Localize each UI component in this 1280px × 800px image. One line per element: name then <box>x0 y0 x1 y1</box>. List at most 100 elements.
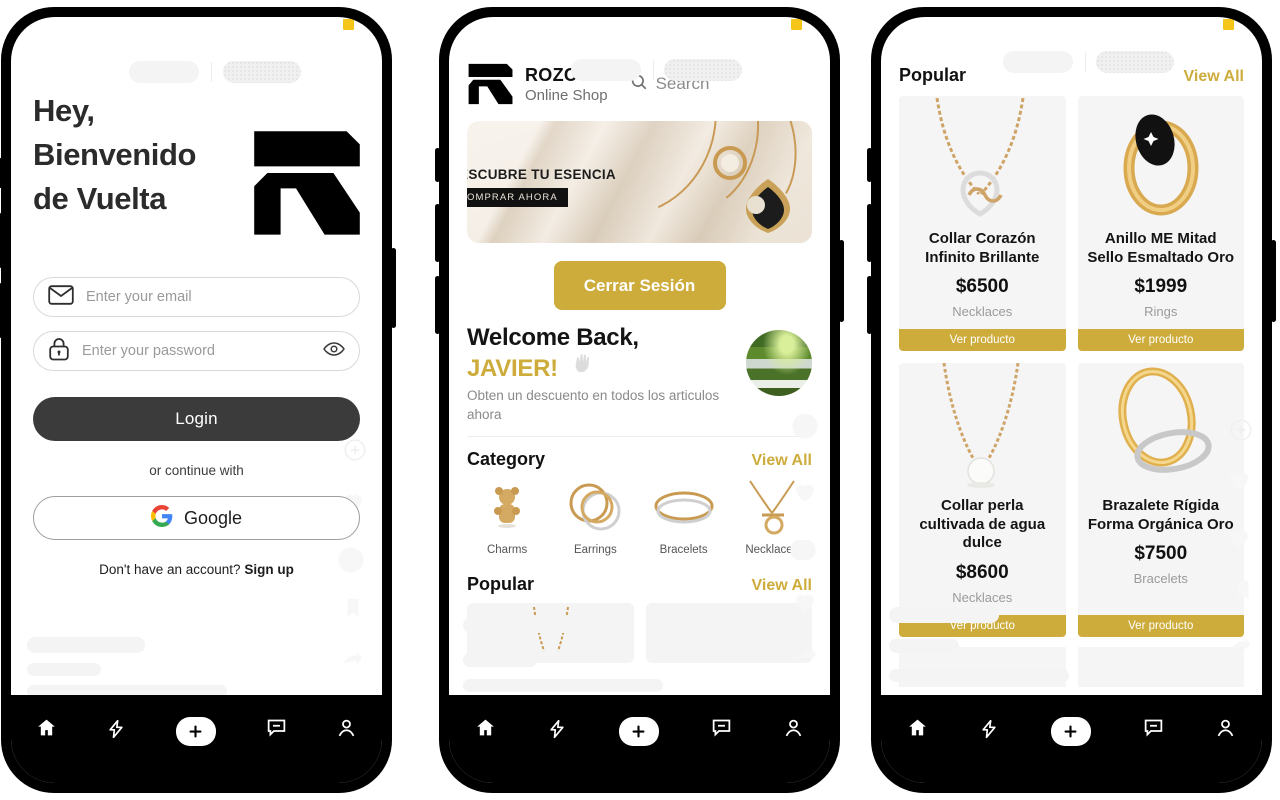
bottom-navigation-bar <box>449 695 830 783</box>
nav-profile-icon[interactable] <box>783 717 804 739</box>
category-view-all[interactable]: View All <box>752 452 812 470</box>
accent-marker <box>1223 19 1234 30</box>
popular-card-preview[interactable] <box>645 603 812 664</box>
signup-link[interactable]: Sign up <box>244 562 294 577</box>
google-label: Google <box>183 507 243 528</box>
nav-create-button[interactable] <box>618 717 659 746</box>
waving-hand-icon <box>572 353 596 381</box>
signup-prompt: Don't have an account? <box>99 562 241 578</box>
popular-view-all[interactable]: View All <box>1184 68 1244 86</box>
view-product-button[interactable]: Ver producto <box>1077 614 1244 637</box>
phone3-power-button[interactable] <box>1271 240 1276 322</box>
ghost-bar-3 <box>889 669 1069 682</box>
nav-chat-icon[interactable] <box>711 717 732 738</box>
continue-with-label: or continue with <box>149 463 244 479</box>
phone1-volume-up-button[interactable] <box>0 213 2 268</box>
product-card[interactable]: Anillo ME Mitad Sello Esmaltado Oro $199… <box>1077 96 1245 352</box>
organic-bangle-image <box>1078 363 1245 491</box>
plus-icon[interactable] <box>1050 717 1091 746</box>
rozco-logo-icon <box>468 63 513 105</box>
google-login-button[interactable]: Google <box>33 496 360 541</box>
nav-chat-icon[interactable] <box>1143 717 1164 738</box>
phone3-volume-up-button[interactable] <box>867 204 872 262</box>
nav-lightning-icon[interactable] <box>979 717 999 741</box>
nav-home-icon[interactable] <box>36 717 57 738</box>
hero-pendant-heart <box>746 179 790 233</box>
nav-home-icon[interactable] <box>907 717 928 738</box>
ghost-rounded-square-icon <box>786 535 820 565</box>
category-item[interactable]: Bracelets <box>640 476 728 556</box>
view-product-button[interactable]: Ver producto <box>899 329 1066 352</box>
product-name: Anillo ME Mitad Sello Esmaltado Oro <box>1087 230 1235 266</box>
welcome-line1: Welcome Back, <box>467 324 639 351</box>
welcome-username: JAVIER! <box>467 355 558 382</box>
ghost-pill-right <box>1096 51 1174 73</box>
ghost-bar-2 <box>889 639 959 653</box>
plus-icon[interactable] <box>618 717 659 746</box>
category-list: Charms Earrings Bracelets Necklaces <box>449 470 830 556</box>
rozco-logo-icon <box>254 131 360 235</box>
nav-lightning-icon[interactable] <box>106 717 126 741</box>
plus-icon[interactable] <box>175 717 216 746</box>
enamel-signet-ring-image <box>1078 96 1245 224</box>
category-item[interactable]: Earrings <box>551 476 639 556</box>
phone2-volume-down-button[interactable] <box>435 276 440 334</box>
nav-home-icon[interactable] <box>475 717 496 738</box>
logout-button[interactable]: Cerrar Sesión <box>553 261 726 310</box>
phone-3-screen: Popular View All Collar Corazón Infinito… <box>881 17 1262 783</box>
ghost-pill-left <box>571 59 641 81</box>
phone1-volume-down-button[interactable] <box>0 283 2 338</box>
product-name: Brazalete Rígida Forma Orgánica Oro <box>1087 497 1234 533</box>
charm-bear-icon <box>463 476 551 540</box>
hero-caption: DESCUBRE TU ESENCIA COMPRAR AHORA <box>467 167 616 207</box>
bracelet-icon <box>640 476 728 540</box>
phone3-mute-button[interactable] <box>867 148 872 182</box>
avatar[interactable] <box>746 330 812 396</box>
phone2-volume-up-button[interactable] <box>435 204 440 262</box>
category-section-header: Category View All <box>449 437 830 470</box>
nav-chat-icon[interactable] <box>266 717 287 738</box>
app-header: ROZCO Online Shop Search <box>449 17 830 105</box>
nav-lightning-icon[interactable] <box>547 717 567 741</box>
eye-icon[interactable] <box>323 341 345 362</box>
email-field[interactable]: Enter your email <box>33 277 360 318</box>
hero-banner[interactable]: DESCUBRE TU ESENCIA COMPRAR AHORA <box>467 121 812 243</box>
brand-subtitle: Online Shop <box>525 86 608 104</box>
phone1-power-button[interactable] <box>391 248 396 328</box>
screenshot-stage: Hey, Bienvenido de Vuelta Enter your ema… <box>0 0 1280 800</box>
bottom-navigation-bar <box>11 695 382 783</box>
product-card-peek[interactable] <box>1077 646 1244 687</box>
accent-marker <box>343 19 354 30</box>
product-card[interactable]: Collar perla cultivada de agua dulce $86… <box>899 363 1066 637</box>
ghost-bar-2 <box>463 653 537 667</box>
product-category: Necklaces <box>952 304 1013 320</box>
envelope-icon <box>48 284 74 310</box>
login-button[interactable]: Login <box>33 397 360 442</box>
ghost-pill-right <box>664 59 742 81</box>
category-item[interactable]: Charms <box>463 476 551 556</box>
ghost-plus-circle-icon <box>1228 417 1254 443</box>
product-price: $7500 <box>1134 543 1188 565</box>
product-price: $1999 <box>1134 276 1188 298</box>
product-card[interactable]: Collar Corazón Infinito Brillante $6500 … <box>899 96 1066 352</box>
ghost-heart-icon-2 <box>1226 525 1252 551</box>
product-card[interactable]: Brazalete Rígida Forma Orgánica Oro $750… <box>1077 363 1245 637</box>
phone2-power-button[interactable] <box>839 240 844 322</box>
ghost-share-icon <box>794 645 820 667</box>
nav-profile-icon[interactable] <box>336 717 357 739</box>
category-label: Charms <box>486 544 528 557</box>
ghost-heart-icon-2 <box>792 589 818 615</box>
ghost-pill-left <box>1003 51 1073 73</box>
heart-infinity-necklace-image <box>899 96 1066 224</box>
nav-create-button[interactable] <box>175 717 216 746</box>
ghost-divider <box>1085 52 1086 72</box>
category-label: Earrings <box>573 544 617 557</box>
phone3-volume-down-button[interactable] <box>867 276 872 334</box>
nav-create-button[interactable] <box>1050 717 1091 746</box>
hero-cta-button[interactable]: COMPRAR AHORA <box>467 188 568 207</box>
view-product-button[interactable]: Ver producto <box>1077 329 1244 352</box>
phone2-mute-button[interactable] <box>435 148 440 182</box>
nav-profile-icon[interactable] <box>1215 717 1236 739</box>
password-field[interactable]: Enter your password <box>33 331 360 372</box>
phone1-mute-button[interactable] <box>0 158 2 188</box>
